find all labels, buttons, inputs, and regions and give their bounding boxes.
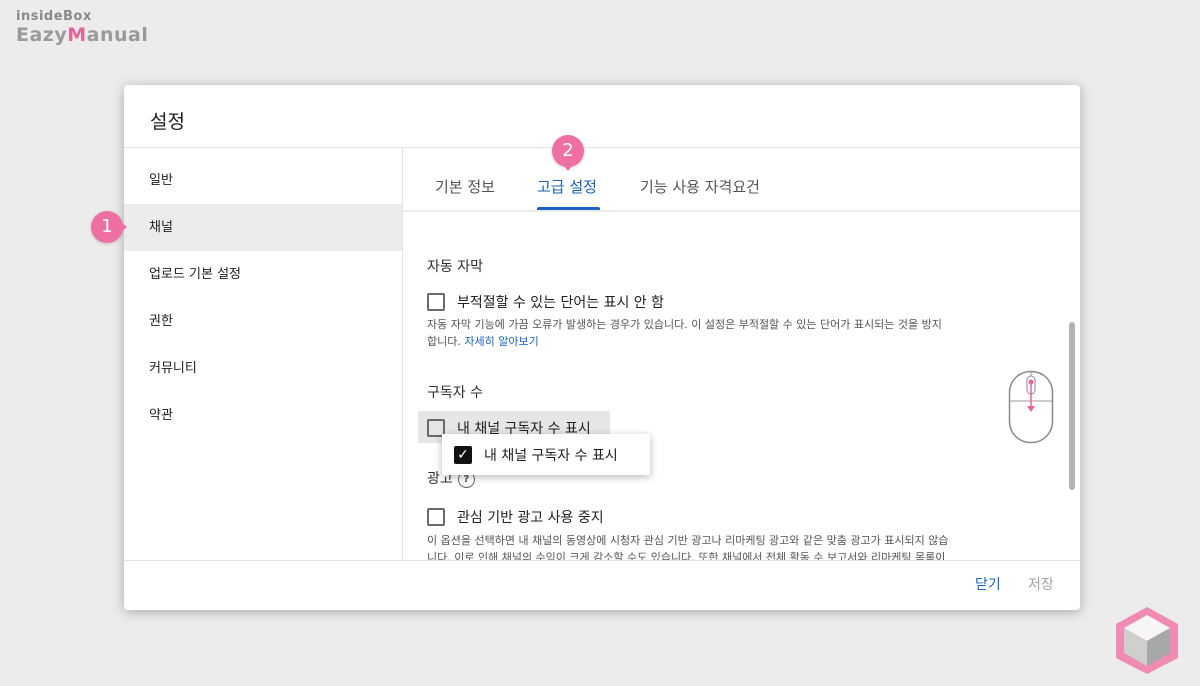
callout-label: 내 채널 구독자 수 표시	[484, 447, 618, 464]
ads-desc-line1: 이 옵션을 선택하면 내 채널의 동영상에 시청자 관심 기반 광고나 리마케팅…	[427, 534, 949, 547]
sidebar-item-upload-defaults[interactable]: 업로드 기본 설정	[124, 251, 402, 298]
sidebar-item-channel[interactable]: 채널	[124, 204, 402, 251]
mouse-scroll-icon	[1008, 370, 1054, 444]
tab-feature-eligibility[interactable]: 기능 사용 자격요건	[640, 176, 760, 197]
sidebar-item-permissions[interactable]: 권한	[124, 298, 402, 345]
brand-part: anual	[86, 24, 149, 46]
section-title-captions: 자동 자막	[427, 259, 483, 275]
captions-desc-line1: 자동 자막 기능에 가끔 오류가 발생하는 경우가 있습니다. 이 설정은 부적…	[427, 318, 942, 331]
brand-part-pink: M	[67, 24, 87, 46]
sidebar-item-general[interactable]: 일반	[124, 157, 402, 204]
sidebar-item-community[interactable]: 커뮤니티	[124, 345, 402, 392]
brand-bottom-text: EazyManual	[16, 26, 148, 45]
captions-checkbox-label: 부적절할 수 있는 단어는 표시 안 함	[457, 295, 665, 311]
tab-content: 자동 자막 부적절할 수 있는 단어는 표시 안 함 자동 자막 기능에 가끔 …	[403, 212, 1080, 560]
step-badge-2: 2	[552, 135, 584, 171]
tab-advanced-settings[interactable]: 고급 설정	[537, 176, 597, 197]
captions-checkbox[interactable]	[427, 293, 445, 311]
dialog-title: 설정	[150, 111, 185, 133]
ads-description: 이 옵션을 선택하면 내 채널의 동영상에 시청자 관심 기반 광고나 리마케팅…	[427, 532, 1033, 560]
ads-option[interactable]: 관심 기반 광고 사용 중지	[427, 507, 604, 527]
tab-basic-info[interactable]: 기본 정보	[435, 176, 495, 197]
ads-checkbox-label: 관심 기반 광고 사용 중지	[457, 510, 604, 526]
sidebar-item-agreements[interactable]: 약관	[124, 392, 402, 439]
content-scrollbar[interactable]	[1069, 322, 1075, 490]
checkmark-icon[interactable]: ✓	[454, 445, 472, 464]
learn-more-link[interactable]: 자세히 알아보기	[464, 335, 538, 348]
ads-checkbox[interactable]	[427, 508, 445, 526]
captions-option[interactable]: 부적절할 수 있는 단어는 표시 안 함	[427, 292, 664, 312]
section-title-subscribers: 구독자 수	[427, 385, 483, 401]
captions-description: 자동 자막 기능에 가끔 오류가 발생하는 경우가 있습니다. 이 설정은 부적…	[427, 316, 1033, 350]
tab-bar: 기본 정보 고급 설정 기능 사용 자격요건	[403, 148, 1080, 210]
settings-dialog: 설정 일반 채널 업로드 기본 설정 권한 커뮤니티 약관 기본 정보 고급 설…	[124, 85, 1080, 610]
brand-part: Eazy	[16, 24, 68, 46]
close-button[interactable]: 닫기	[975, 574, 1001, 594]
ads-desc-line2: 니다. 이로 인해 채널의 수익이 크게 감소할 수도 있습니다. 또한 채널에…	[427, 551, 946, 560]
brand-logo: insideBox EazyManual	[16, 10, 148, 45]
sidebar: 일반 채널 업로드 기본 설정 권한 커뮤니티 약관	[124, 157, 402, 439]
footer-divider	[124, 560, 1080, 561]
step-badge-1: 1	[91, 211, 127, 243]
checked-checkbox-callout: ✓ 내 채널 구독자 수 표시	[442, 434, 650, 475]
cube-logo-icon	[1116, 607, 1178, 674]
captions-desc-line2: 합니다.	[427, 335, 461, 348]
brand-top-text: insideBox	[16, 9, 92, 24]
save-button[interactable]: 저장	[1028, 574, 1054, 594]
